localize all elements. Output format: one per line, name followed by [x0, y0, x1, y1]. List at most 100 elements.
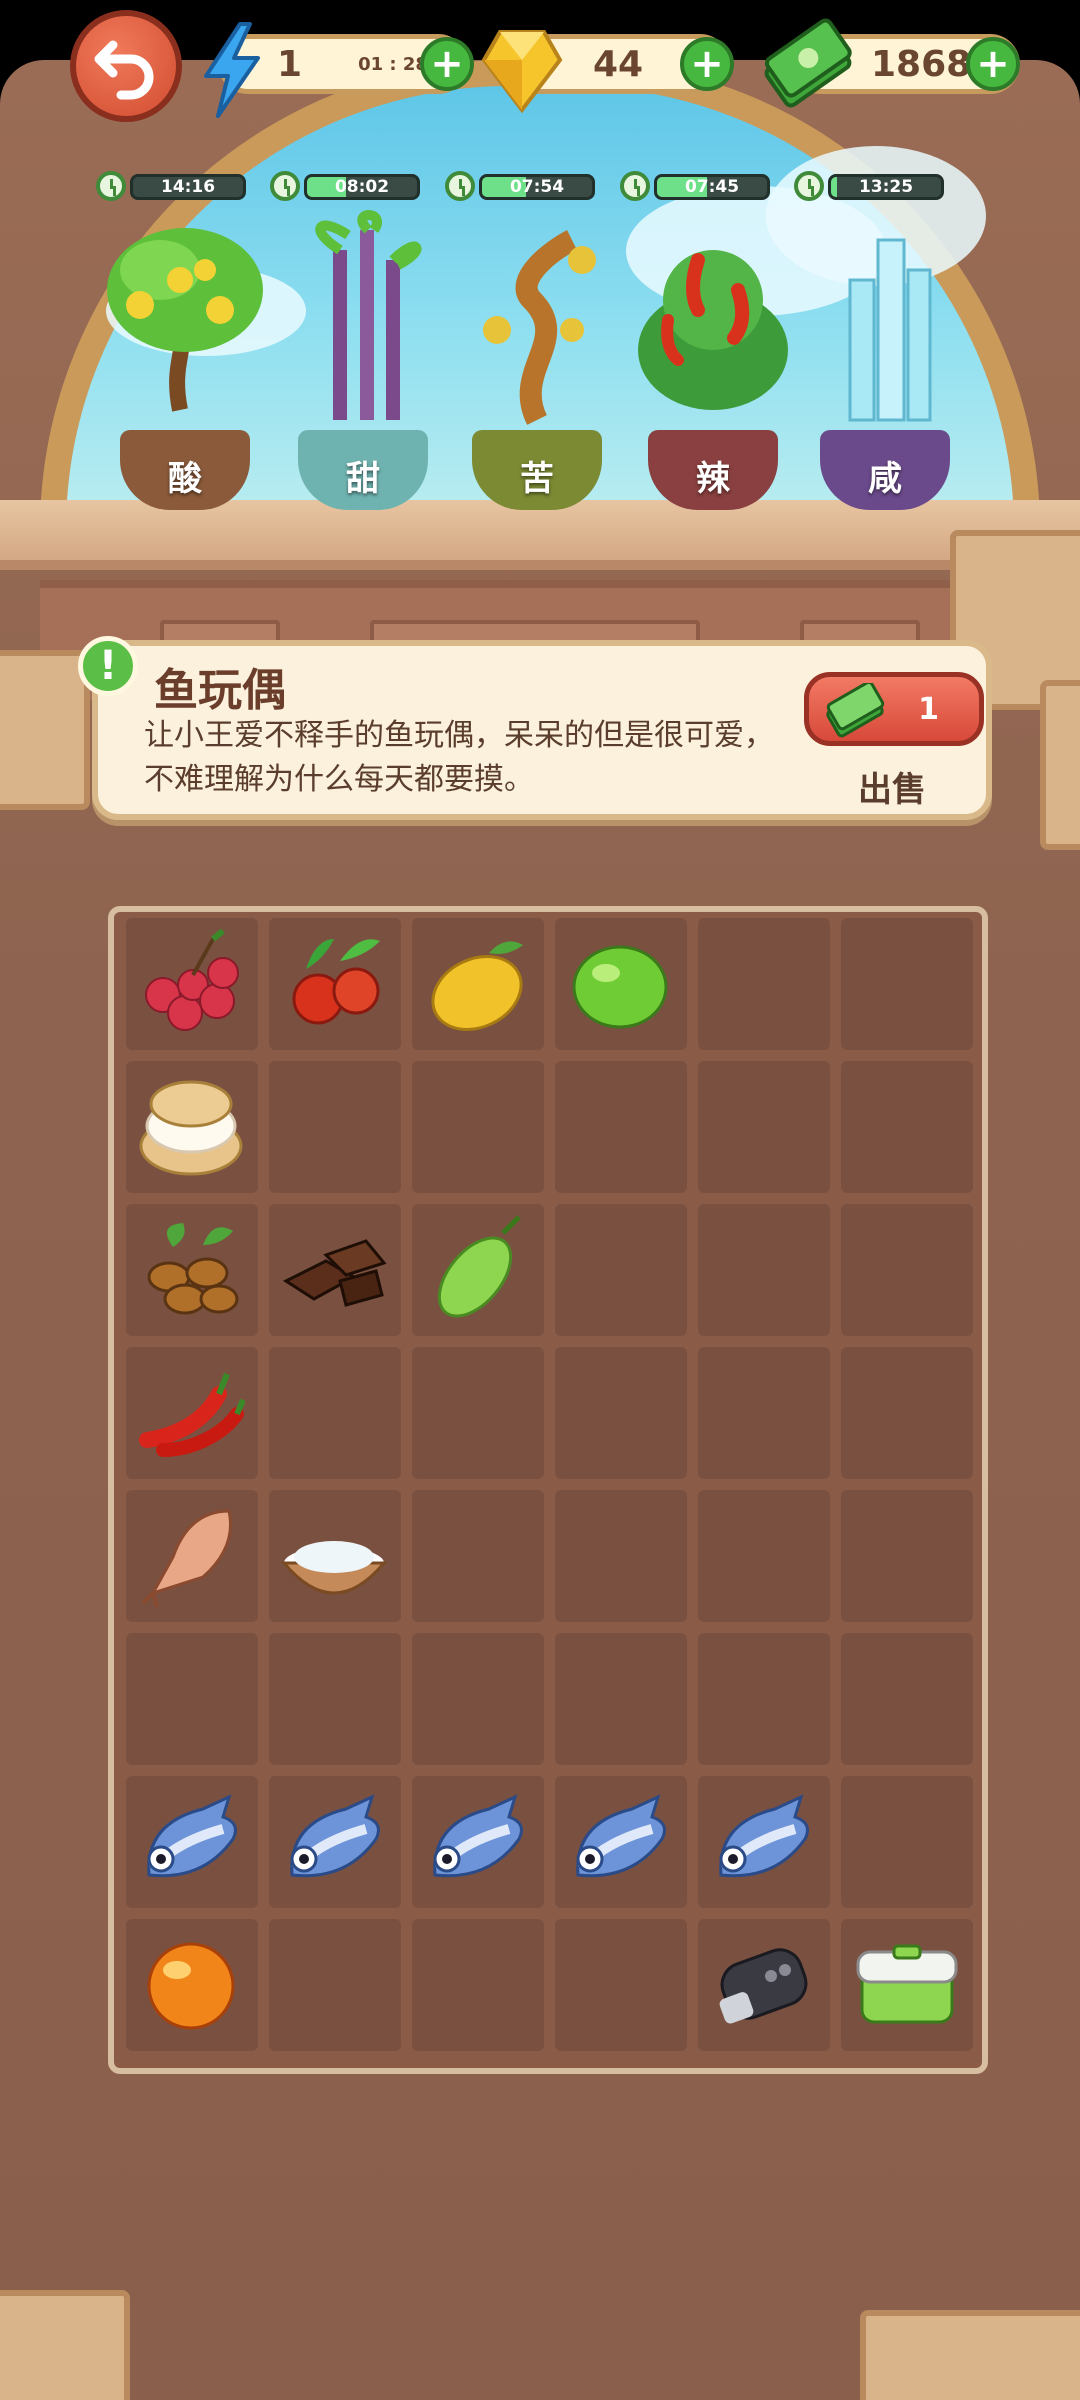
- salt-bowl-icon[interactable]: [276, 1497, 394, 1615]
- clock-icon: [270, 171, 300, 201]
- inventory-slot[interactable]: [126, 918, 258, 1050]
- bitter-melon-icon[interactable]: [419, 1211, 537, 1329]
- flavor-plant[interactable]: 咸: [800, 210, 970, 510]
- inventory-slot[interactable]: [126, 1490, 258, 1622]
- inventory-slot[interactable]: [269, 1204, 401, 1336]
- inventory-slot[interactable]: [269, 1490, 401, 1622]
- hawthorn-icon[interactable]: [276, 925, 394, 1043]
- inventory-slot[interactable]: [412, 1633, 544, 1765]
- flavor-label: 辣: [696, 458, 730, 499]
- inventory-slot[interactable]: [126, 1633, 258, 1765]
- inventory-slot[interactable]: [841, 1919, 973, 2051]
- inventory-slot[interactable]: [555, 1776, 687, 1908]
- plant-pot: 咸: [820, 430, 950, 510]
- inventory-slot[interactable]: [555, 1633, 687, 1765]
- inventory-slot[interactable]: [412, 1347, 544, 1479]
- chocolate-icon[interactable]: [276, 1211, 394, 1329]
- inventory-slot[interactable]: [841, 1061, 973, 1193]
- inventory-slot[interactable]: [269, 1776, 401, 1908]
- orange-orb-icon[interactable]: [133, 1926, 251, 2044]
- clock-icon: [794, 171, 824, 201]
- inventory-slot[interactable]: [841, 1204, 973, 1336]
- inventory-slot[interactable]: [698, 1919, 830, 2051]
- plant-pot: 辣: [648, 430, 778, 510]
- flavor-plant[interactable]: 苦: [452, 210, 622, 510]
- inventory-slot[interactable]: [269, 1919, 401, 2051]
- inventory-slot[interactable]: [555, 1490, 687, 1622]
- inventory-slot[interactable]: [412, 918, 544, 1050]
- flavor-label: 酸: [168, 458, 202, 499]
- inventory-slot[interactable]: [698, 1347, 830, 1479]
- inventory-slot[interactable]: [698, 918, 830, 1050]
- clock-icon: [620, 171, 650, 201]
- coffee-bean-icon[interactable]: [133, 1211, 251, 1329]
- inventory-slot[interactable]: [841, 1633, 973, 1765]
- car-key-icon[interactable]: [705, 1926, 823, 2044]
- inventory-slot[interactable]: [412, 1061, 544, 1193]
- add-gems-button[interactable]: +: [680, 37, 734, 91]
- sell-button[interactable]: 1: [804, 672, 984, 746]
- lunch-box-icon[interactable]: [848, 1926, 966, 2044]
- lychee-icon[interactable]: [133, 925, 251, 1043]
- plant-shelf: [0, 500, 1080, 570]
- inventory-slot[interactable]: [555, 1919, 687, 2051]
- inventory-slot[interactable]: [698, 1061, 830, 1193]
- inventory-slot[interactable]: [269, 918, 401, 1050]
- inventory-slot[interactable]: [555, 918, 687, 1050]
- inventory-slot[interactable]: [698, 1490, 830, 1622]
- dried-fish-icon[interactable]: [133, 1497, 251, 1615]
- back-button[interactable]: [70, 10, 182, 122]
- inventory-slot[interactable]: [841, 1347, 973, 1479]
- plant-timer: 14:16: [96, 170, 246, 204]
- fish-toy-icon[interactable]: [276, 1783, 394, 1901]
- timer-bar: 14:16: [130, 174, 246, 200]
- cash-icon: [826, 683, 885, 738]
- inventory-slot[interactable]: [126, 1204, 258, 1336]
- flavor-label: 苦: [520, 458, 554, 499]
- timer-text: 13:25: [858, 177, 914, 197]
- inventory-slot[interactable]: [698, 1204, 830, 1336]
- cream-puff-icon[interactable]: [133, 1068, 251, 1186]
- inventory-slot[interactable]: [698, 1776, 830, 1908]
- crate: [1040, 680, 1080, 850]
- fish-toy-icon[interactable]: [419, 1783, 537, 1901]
- inventory-slot[interactable]: [698, 1633, 830, 1765]
- inventory-slot[interactable]: [841, 918, 973, 1050]
- inventory-slot[interactable]: [126, 1347, 258, 1479]
- clock-icon: [96, 171, 126, 201]
- fish-toy-icon[interactable]: [133, 1783, 251, 1901]
- flavor-plant[interactable]: 辣: [628, 210, 798, 510]
- inventory-slot[interactable]: [126, 1776, 258, 1908]
- energy-value: 1: [277, 43, 303, 85]
- add-energy-button[interactable]: +: [420, 37, 474, 91]
- plant-pot: 苦: [472, 430, 602, 510]
- lime-icon[interactable]: [562, 925, 680, 1043]
- inventory-slot[interactable]: [126, 1919, 258, 2051]
- fish-toy-icon[interactable]: [562, 1783, 680, 1901]
- plant-timer: 07:54: [445, 170, 595, 204]
- inventory-slot[interactable]: [841, 1490, 973, 1622]
- timer-bar: 13:25: [828, 174, 944, 200]
- inventory-slot[interactable]: [555, 1204, 687, 1336]
- flavor-plant[interactable]: 甜: [278, 210, 448, 510]
- timer-text: 07:45: [684, 177, 740, 197]
- plant-pot: 酸: [120, 430, 250, 510]
- fish-toy-icon[interactable]: [705, 1783, 823, 1901]
- inventory-slot[interactable]: [412, 1776, 544, 1908]
- inventory-slot[interactable]: [555, 1061, 687, 1193]
- inventory-slot[interactable]: [269, 1061, 401, 1193]
- inventory-slot[interactable]: [412, 1204, 544, 1336]
- timer-bar: 07:45: [654, 174, 770, 200]
- add-cash-button[interactable]: +: [966, 37, 1020, 91]
- inventory-slot[interactable]: [841, 1776, 973, 1908]
- inventory-slot[interactable]: [555, 1347, 687, 1479]
- lemon-icon[interactable]: [419, 925, 537, 1043]
- inventory-slot[interactable]: [412, 1490, 544, 1622]
- back-arrow-icon: [94, 40, 154, 100]
- inventory-slot[interactable]: [269, 1347, 401, 1479]
- chili-pepper-icon[interactable]: [133, 1354, 251, 1472]
- flavor-plant[interactable]: 酸: [100, 210, 270, 510]
- inventory-slot[interactable]: [269, 1633, 401, 1765]
- inventory-slot[interactable]: [412, 1919, 544, 2051]
- inventory-slot[interactable]: [126, 1061, 258, 1193]
